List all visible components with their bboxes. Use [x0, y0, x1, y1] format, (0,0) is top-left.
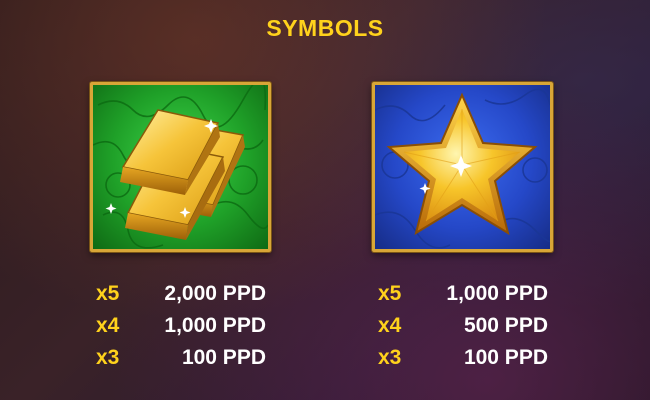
gold-bars-paytable: x5 2,000 PPD x4 1,000 PPD x3 100 PPD	[96, 283, 286, 379]
pay-row: x3 100 PPD	[96, 347, 286, 368]
payout-amount: 1,000 PPD	[446, 282, 548, 305]
payout-amount: 100 PPD	[463, 346, 548, 369]
multiplier-label: x4	[96, 314, 120, 337]
pay-row: x5 1,000 PPD	[378, 283, 568, 304]
page-title: SYMBOLS	[266, 15, 384, 41]
star-icon	[375, 88, 550, 249]
payout-amount: 500 PPD	[463, 314, 548, 337]
gold-bars-icon	[93, 85, 268, 249]
pay-row: x4 1,000 PPD	[96, 315, 286, 336]
star-paytable: x5 1,000 PPD x4 500 PPD x3 100 PPD	[378, 283, 568, 379]
multiplier-label: x3	[378, 346, 402, 369]
multiplier-label: x4	[378, 314, 402, 337]
multiplier-label: x3	[96, 346, 120, 369]
multiplier-label: x5	[378, 282, 402, 305]
payout-amount: 2,000 PPD	[164, 282, 266, 305]
payout-amount: 1,000 PPD	[164, 314, 266, 337]
pay-row: x3 100 PPD	[378, 347, 568, 368]
pay-row: x4 500 PPD	[378, 315, 568, 336]
star-symbol-card	[372, 82, 553, 252]
gold-bars-symbol-card	[90, 82, 271, 252]
multiplier-label: x5	[96, 282, 120, 305]
pay-row: x5 2,000 PPD	[96, 283, 286, 304]
payout-amount: 100 PPD	[181, 346, 266, 369]
